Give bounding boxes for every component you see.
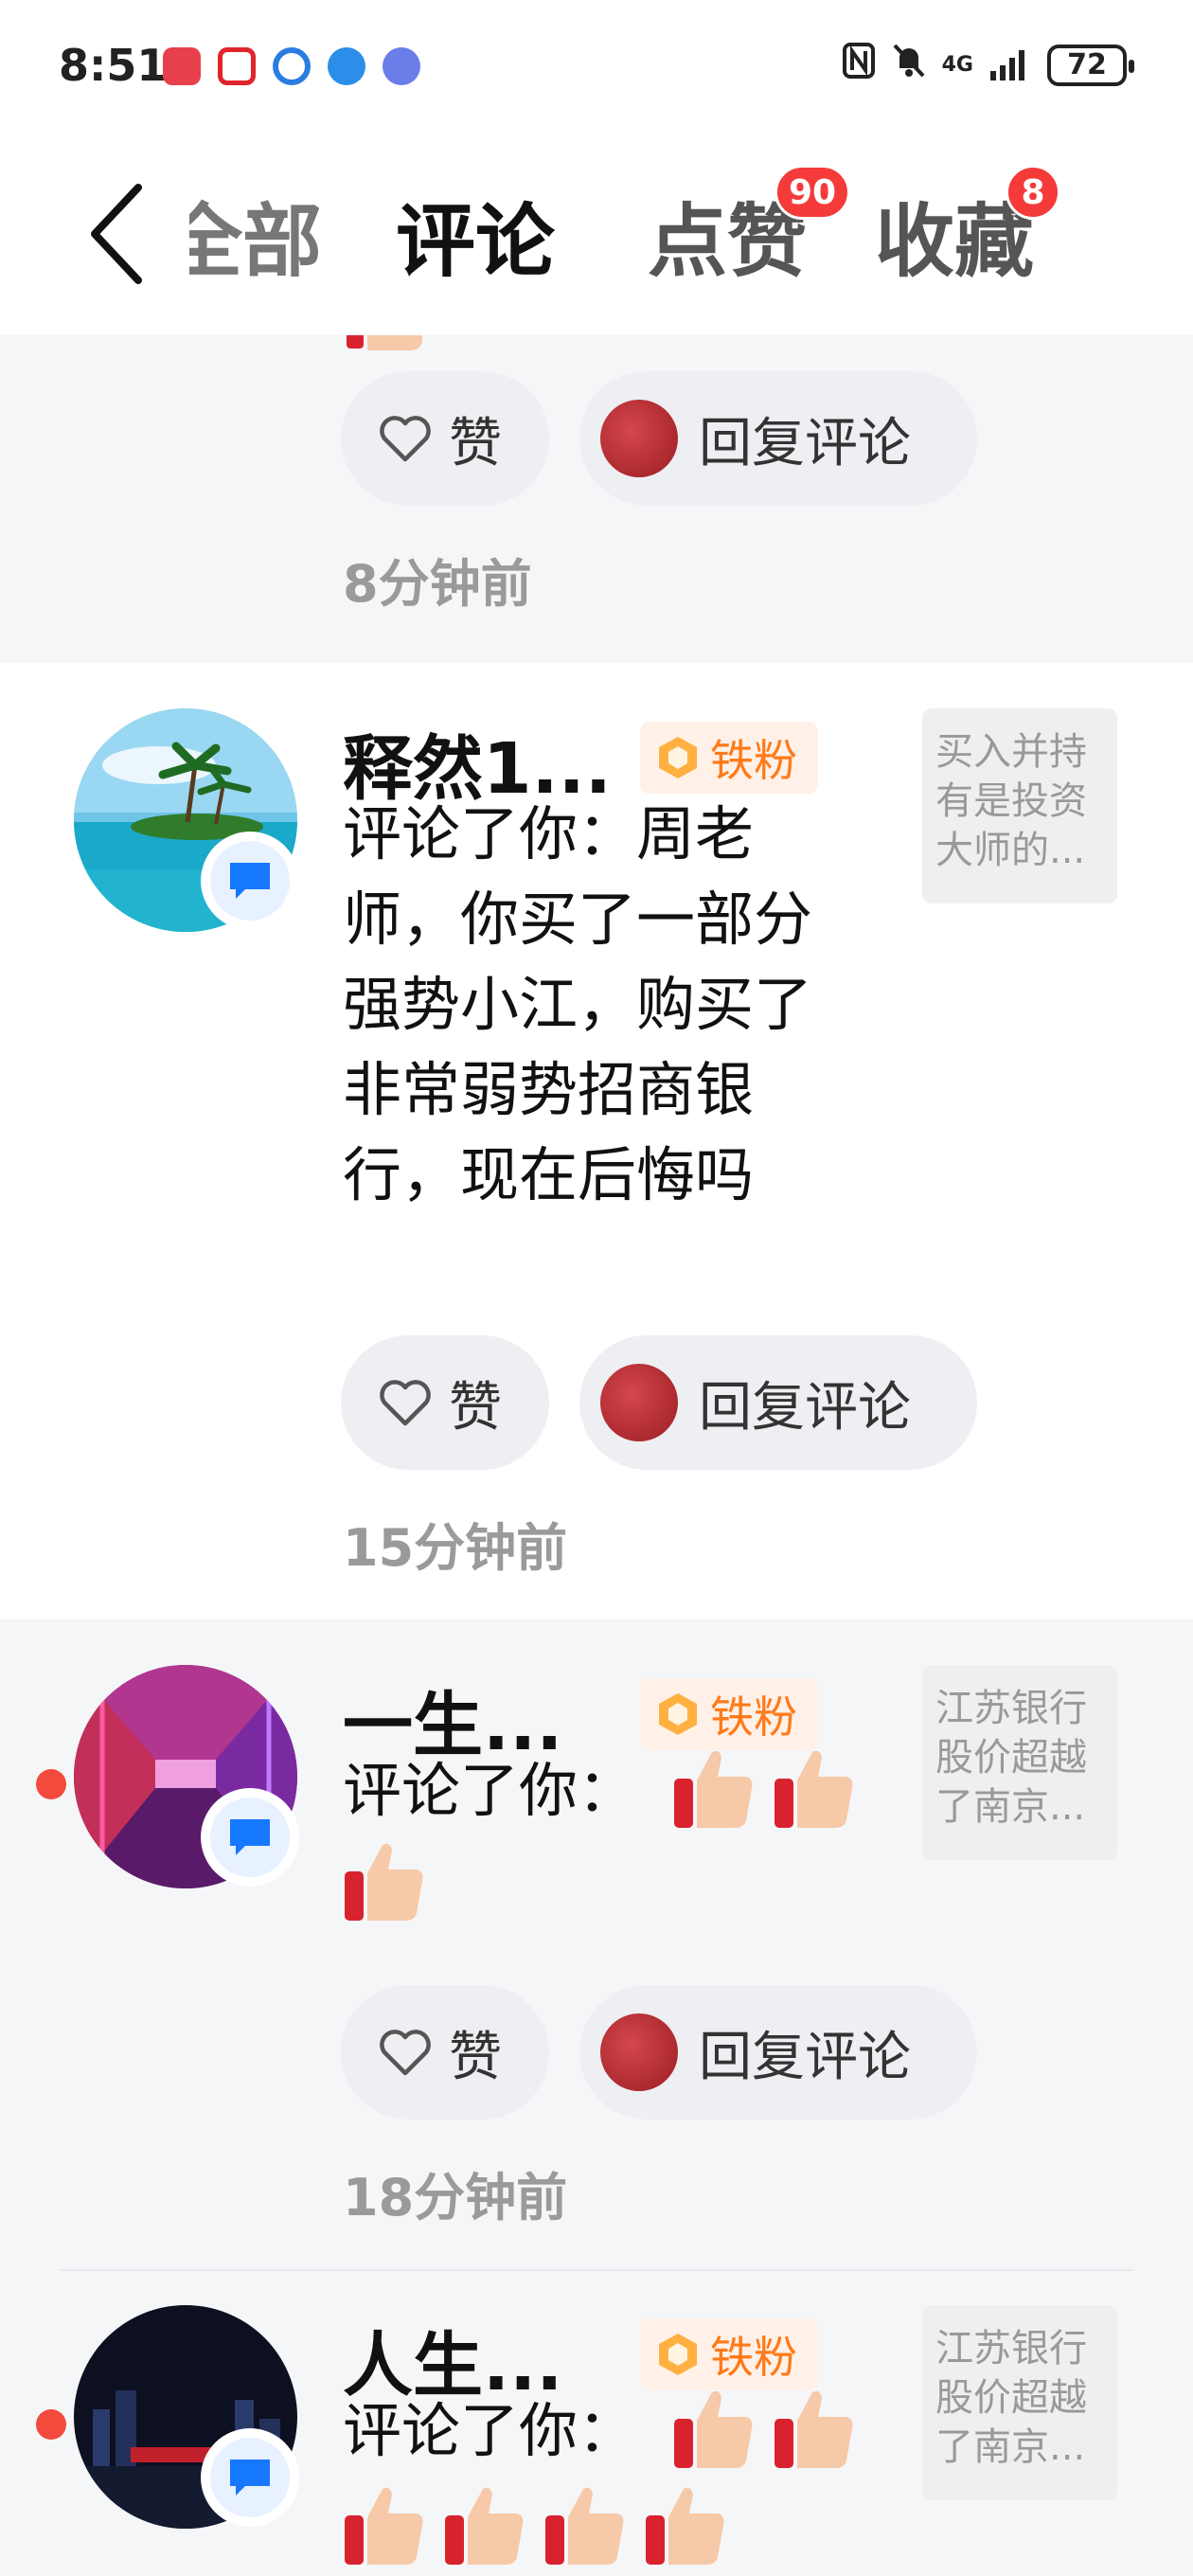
reply-label: 回复评论 — [699, 1376, 911, 1439]
article-thumbnail[interactable]: 江苏银行股价超越了南京... — [922, 1665, 1117, 1860]
favorites-count-badge: 8 — [1006, 165, 1060, 220]
article-thumbnail[interactable]: 买入并持有是投资大师的... — [922, 708, 1117, 903]
thumbs-up-emoji-icon — [445, 2487, 524, 2565]
thumbs-up-emoji-icon — [674, 2390, 753, 2468]
like-label: 赞 — [449, 2026, 502, 2088]
header-tabs: 全部 评论 点赞 90 收藏 8 — [0, 133, 1193, 335]
thumbs-up-emoji-icon — [646, 2487, 724, 2565]
mute-bell-icon — [891, 42, 927, 88]
timestamp: 18分钟前 — [343, 2168, 568, 2227]
heart-outline-icon — [380, 1380, 431, 1426]
like-button[interactable]: 赞 — [341, 1985, 549, 2120]
reply-label: 回复评论 — [699, 412, 911, 474]
thumbs-up-emoji-icon — [345, 2487, 423, 2565]
thumbs-up-emoji-icon — [674, 1750, 753, 1828]
comment-text: 评论了你： — [343, 2396, 637, 2465]
back-button[interactable] — [85, 182, 151, 286]
network-type: 4G — [941, 52, 973, 77]
tab-comments[interactable]: 评论 — [396, 178, 555, 293]
thumbs-up-emoji-icon — [775, 2390, 853, 2468]
notification-item: 赞 回复评论 8分钟前 — [0, 335, 1193, 663]
hexagon-fan-icon — [659, 737, 697, 778]
thumbs-up-emoji-icon — [775, 1750, 853, 1828]
my-avatar — [600, 1364, 678, 1441]
tab-all[interactable]: 全部 — [189, 178, 322, 312]
status-right: 4G 72 — [842, 42, 1134, 88]
browser-notification-icon — [273, 47, 311, 85]
comment-type-badge — [201, 2428, 299, 2527]
status-time: 8:51 — [59, 40, 168, 91]
timestamp: 8分钟前 — [343, 554, 532, 614]
unread-dot — [36, 2409, 66, 2440]
iron-fan-badge: 铁粉 — [640, 722, 818, 794]
nfc-icon — [842, 42, 876, 88]
hexagon-fan-icon — [659, 2334, 697, 2375]
globe-notification-icon — [328, 47, 365, 85]
reply-comment-button[interactable]: 回复评论 — [579, 371, 977, 506]
comment-text: 评论了你： — [343, 1756, 637, 1825]
signal-icon — [988, 45, 1032, 86]
chat-bubble-icon — [230, 863, 270, 899]
tv-notification-icon — [218, 47, 256, 85]
hexagon-fan-icon — [659, 1693, 697, 1735]
notification-icons — [163, 47, 420, 85]
fan-label: 铁粉 — [710, 1691, 797, 1743]
thumbs-up-emoji-icon — [545, 2487, 624, 2565]
likes-count-badge: 90 — [775, 165, 851, 220]
iron-fan-badge: 铁粉 — [640, 1678, 818, 1750]
emoji-row — [341, 2481, 729, 2568]
reply-label: 回复评论 — [699, 2026, 911, 2088]
comment-type-badge — [201, 832, 299, 930]
my-avatar — [600, 2013, 678, 2091]
notification-feed[interactable]: 赞 回复评论 8分钟前 释然1... 铁粉 买入并持有是投资大师的... 评论了… — [0, 335, 1193, 2576]
notification-item[interactable]: 一生... 铁粉 江苏银行股价超越了南京... 评论了你： 赞 回复评论 18分… — [0, 1619, 1193, 2269]
fan-label: 铁粉 — [710, 735, 797, 786]
emoji-row — [670, 2385, 858, 2472]
battery-indicator: 72 — [1047, 44, 1134, 86]
chat-bubble-icon — [230, 1819, 270, 1855]
app-notification-icon — [163, 47, 201, 85]
reply-comment-button[interactable]: 回复评论 — [579, 1335, 977, 1470]
notification-item[interactable]: 人生... 铁粉 江苏银行股价超越了南京... 评论了你： — [0, 2271, 1193, 2576]
article-thumbnail[interactable]: 江苏银行股价超越了南京... — [922, 2305, 1117, 2500]
emoji-row — [670, 1744, 858, 1832]
like-button[interactable]: 赞 — [341, 1335, 549, 1470]
emoji-row — [341, 1837, 428, 1924]
comment-text: 评论了你：周老师，你买了一部分强势小江，购买了非常弱势招商银行，现在后悔吗 — [343, 799, 813, 1209]
notification-item[interactable]: 释然1... 铁粉 买入并持有是投资大师的... 评论了你：周老师，你买了一部分… — [0, 663, 1193, 1619]
fan-label: 铁粉 — [710, 2332, 797, 2383]
chat-bubble-icon — [230, 2460, 270, 2496]
timestamp: 15分钟前 — [343, 1518, 568, 1578]
like-label: 赞 — [449, 1376, 502, 1439]
iron-fan-badge: 铁粉 — [640, 2318, 818, 2390]
thumbs-up-emoji-icon — [345, 1843, 423, 1921]
status-bar: 8:51 4G 72 — [0, 0, 1193, 133]
comment-type-badge — [201, 1788, 299, 1887]
reply-comment-button[interactable]: 回复评论 — [579, 1985, 977, 2120]
unread-dot — [36, 1769, 66, 1799]
music-notification-icon — [383, 47, 420, 85]
heart-outline-icon — [380, 416, 431, 462]
chevron-left-icon — [91, 184, 142, 284]
like-label: 赞 — [449, 412, 502, 474]
thumbs-up-emoji-icon — [347, 335, 422, 350]
like-button[interactable]: 赞 — [341, 371, 549, 506]
heart-outline-icon — [380, 2030, 431, 2076]
my-avatar — [600, 400, 678, 477]
